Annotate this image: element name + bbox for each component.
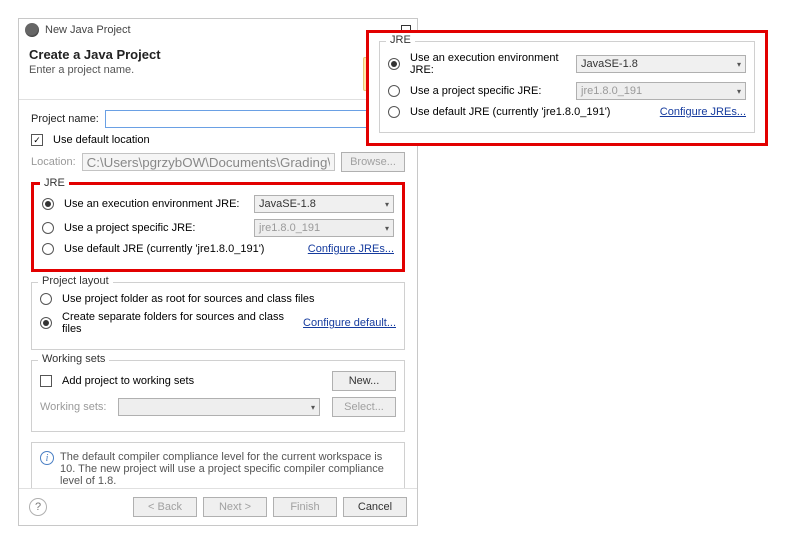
layout-root-radio[interactable] [40, 293, 52, 305]
help-icon[interactable]: ? [29, 498, 47, 516]
project-name-label: Project name: [31, 113, 99, 125]
jre-exec-env-radio[interactable] [42, 198, 54, 210]
new-working-set-button[interactable]: New... [332, 371, 396, 391]
jre-default-radio[interactable] [42, 243, 54, 255]
add-to-working-sets-checkbox[interactable] [40, 375, 52, 387]
project-name-input[interactable] [105, 110, 405, 128]
info-icon: i [40, 451, 54, 465]
jre-exec-env-select[interactable]: JavaSE-1.8 ▾ [254, 195, 394, 213]
eclipse-icon [25, 23, 39, 37]
new-java-project-dialog: New Java Project Create a Java Project E… [18, 18, 418, 526]
callout-jre-default-label: Use default JRE (currently 'jre1.8.0_191… [410, 106, 654, 118]
wizard-footer: ? < Back Next > Finish Cancel [19, 488, 417, 525]
working-sets-select: ▾ [118, 398, 320, 416]
content-area: Project name: Use default location Locat… [19, 100, 417, 488]
chevron-down-icon: ▾ [311, 403, 315, 412]
jre-project-specific-label: Use a project specific JRE: [64, 222, 248, 234]
info-text: The default compiler compliance level fo… [60, 451, 396, 487]
cancel-button[interactable]: Cancel [343, 497, 407, 517]
configure-layout-link[interactable]: Configure default... [303, 317, 396, 329]
next-button: Next > [203, 497, 267, 517]
callout-jre-project-select: jre1.8.0_191 ▾ [576, 82, 746, 100]
callout-jre-exec-env-select[interactable]: JavaSE-1.8 ▾ [576, 55, 746, 73]
jre-group-title: JRE [40, 177, 69, 189]
working-sets-title: Working sets [38, 353, 109, 365]
location-label: Location: [31, 156, 76, 168]
callout-jre-exec-env-value: JavaSE-1.8 [581, 58, 638, 70]
jre-group: JRE Use an execution environment JRE: Ja… [31, 182, 405, 272]
jre-callout: JRE Use an execution environment JRE: Ja… [366, 30, 768, 146]
title-text: New Java Project [45, 24, 401, 36]
project-layout-title: Project layout [38, 275, 113, 287]
titlebar: New Java Project [19, 19, 417, 41]
finish-button: Finish [273, 497, 337, 517]
layout-separate-label: Create separate folders for sources and … [62, 311, 297, 335]
chevron-down-icon: ▾ [385, 224, 389, 233]
header: Create a Java Project Enter a project na… [19, 41, 417, 100]
use-default-location-label: Use default location [53, 134, 150, 146]
callout-jre-exec-env-radio[interactable] [388, 58, 400, 70]
jre-project-specific-select: jre1.8.0_191 ▾ [254, 219, 394, 237]
callout-jre-project-label: Use a project specific JRE: [410, 85, 570, 97]
select-working-set-button: Select... [332, 397, 396, 417]
jre-exec-env-value: JavaSE-1.8 [259, 198, 316, 210]
location-input [82, 153, 335, 171]
info-panel: i The default compiler compliance level … [31, 442, 405, 488]
callout-jre-exec-env-label: Use an execution environment JRE: [410, 52, 570, 76]
callout-configure-jres-link[interactable]: Configure JREs... [660, 106, 746, 118]
chevron-down-icon: ▾ [737, 87, 741, 96]
layout-root-label: Use project folder as root for sources a… [62, 293, 396, 305]
chevron-down-icon: ▾ [737, 60, 741, 69]
page-heading: Create a Java Project [29, 47, 363, 62]
jre-exec-env-label: Use an execution environment JRE: [64, 198, 248, 210]
project-layout-group: Project layout Use project folder as roo… [31, 282, 405, 350]
callout-jre-project-value: jre1.8.0_191 [581, 85, 642, 97]
jre-default-label: Use default JRE (currently 'jre1.8.0_191… [64, 243, 302, 255]
jre-project-specific-value: jre1.8.0_191 [259, 222, 320, 234]
chevron-down-icon: ▾ [385, 200, 389, 209]
use-default-location-checkbox[interactable] [31, 134, 43, 146]
layout-separate-radio[interactable] [40, 317, 52, 329]
configure-jres-link[interactable]: Configure JREs... [308, 243, 394, 255]
jre-project-specific-radio[interactable] [42, 222, 54, 234]
callout-jre-title: JRE [386, 34, 415, 46]
add-to-working-sets-label: Add project to working sets [62, 375, 326, 387]
browse-button: Browse... [341, 152, 405, 172]
back-button: < Back [133, 497, 197, 517]
callout-jre-default-radio[interactable] [388, 106, 400, 118]
working-sets-group: Working sets Add project to working sets… [31, 360, 405, 432]
working-sets-label: Working sets: [40, 401, 106, 413]
page-subheading: Enter a project name. [29, 64, 363, 76]
callout-jre-project-radio[interactable] [388, 85, 400, 97]
